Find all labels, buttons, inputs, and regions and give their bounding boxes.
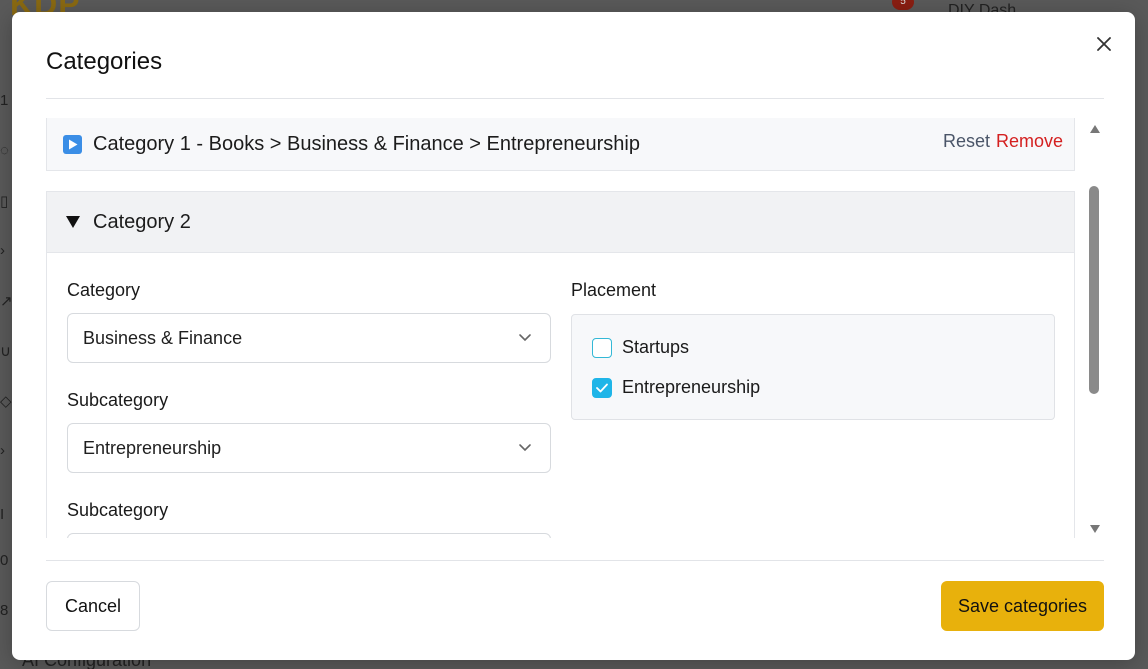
subcategory-select[interactable]: Entrepreneurship [67, 423, 551, 473]
sidebar-icon: ∪ [0, 343, 11, 360]
sidebar-icon: I [0, 506, 5, 523]
placement-options: Startups Entrepreneurship [571, 314, 1055, 420]
sidebar-icon: ◇ [0, 393, 12, 410]
sidebar-icon: › [0, 242, 5, 259]
placement-option-startups[interactable]: Startups [592, 337, 689, 358]
scrollbar[interactable] [1087, 118, 1103, 543]
sidebar-icon: 8 [0, 602, 9, 619]
footer-divider [46, 560, 1104, 561]
header-divider [46, 98, 1104, 99]
placement-option-label: Startups [622, 337, 690, 357]
modal-title: Categories [46, 48, 163, 75]
placement-label: Placement [571, 280, 657, 300]
checkmark-icon [596, 383, 608, 392]
sidebar-icon: › [0, 442, 5, 459]
save-categories-button[interactable]: Save categories [941, 581, 1104, 631]
scroll-down-arrow-icon[interactable] [1089, 524, 1101, 534]
close-button[interactable] [1092, 32, 1116, 56]
category-2-header[interactable]: Category 2 [47, 192, 1074, 253]
subcategory-label: Subcategory [67, 390, 169, 410]
notification-badge: 5 [892, 0, 914, 10]
categories-scroll-area[interactable]: Category 1 - Books > Business & Finance … [46, 118, 1076, 538]
categories-modal: Categories Category 1 - Books > Business… [12, 12, 1135, 660]
placement-option-label: Entrepreneurship [622, 377, 761, 397]
placement-option-entrepreneurship[interactable]: Entrepreneurship [592, 377, 760, 398]
category-1-title: Category 1 - Books > Business & Finance … [93, 132, 640, 155]
cancel-button[interactable]: Cancel [46, 581, 140, 631]
chevron-down-icon [519, 334, 531, 342]
scrollbar-thumb[interactable] [1089, 186, 1099, 394]
category-2-panel: Category 2 Category Business & Finance S… [46, 191, 1075, 538]
reset-link[interactable]: Reset [943, 131, 990, 152]
category-select-value: Business & Finance [83, 327, 243, 348]
checkbox-unchecked[interactable] [592, 337, 612, 358]
sidebar-icon: ↗ [0, 293, 13, 310]
category-2-title: Category 2 [93, 210, 191, 233]
triangle-down-icon [65, 214, 81, 230]
subcategory-2-label: Subcategory [67, 500, 169, 520]
subcategory-2-select[interactable] [67, 533, 551, 538]
scroll-up-arrow-icon[interactable] [1089, 124, 1101, 134]
category-label: Category [67, 280, 141, 300]
play-icon [63, 134, 82, 154]
checkbox-checked[interactable] [592, 377, 612, 398]
category-1-row[interactable]: Category 1 - Books > Business & Finance … [46, 118, 1075, 171]
sidebar-icon: ◌ [0, 142, 9, 159]
chevron-down-icon [519, 444, 531, 452]
sidebar-icon: 0 [0, 552, 9, 569]
remove-link[interactable]: Remove [996, 131, 1063, 152]
subcategory-select-value: Entrepreneurship [83, 437, 222, 458]
sidebar-icon: 1 [0, 92, 9, 109]
close-icon [1097, 37, 1111, 51]
category-select[interactable]: Business & Finance [67, 313, 551, 363]
sidebar-icon: ▯ [0, 193, 9, 210]
